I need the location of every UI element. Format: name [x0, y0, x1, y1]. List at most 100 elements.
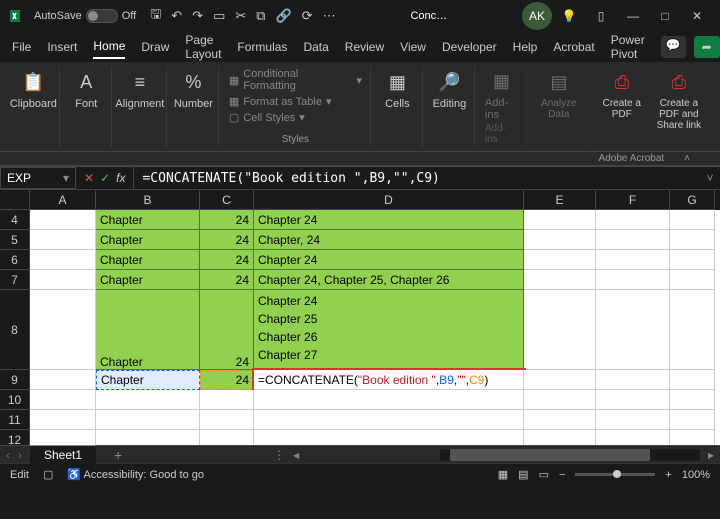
close-button[interactable]: ✕ — [682, 2, 712, 30]
cell[interactable] — [96, 430, 200, 445]
collapse-ribbon-icon[interactable]: ˄ — [684, 153, 690, 164]
tab-formulas[interactable]: Formulas — [237, 36, 287, 58]
fx-icon[interactable]: fx — [116, 171, 125, 185]
cell[interactable] — [670, 390, 715, 410]
cell[interactable] — [524, 370, 596, 390]
cell[interactable] — [596, 230, 670, 250]
sheet-tab[interactable]: Sheet1 — [30, 445, 96, 464]
lightbulb-icon[interactable]: 💡 — [554, 2, 584, 30]
pdf-share-icon[interactable]: ⎙ — [665, 68, 693, 96]
cell[interactable] — [30, 390, 96, 410]
tab-page-layout[interactable]: Page Layout — [185, 29, 221, 65]
cell[interactable] — [524, 290, 596, 370]
cell[interactable] — [30, 410, 96, 430]
cell-d9-editing[interactable]: =CONCATENATE("Book edition ",B9,"",C9) — [254, 370, 524, 390]
cell[interactable] — [670, 210, 715, 230]
cell[interactable] — [596, 210, 670, 230]
col-header-e[interactable]: E — [524, 190, 596, 210]
cell[interactable] — [596, 390, 670, 410]
cell[interactable] — [670, 410, 715, 430]
cell[interactable] — [30, 250, 96, 270]
row-header[interactable]: 4 — [0, 210, 30, 230]
row-header[interactable]: 5 — [0, 230, 30, 250]
comments-icon[interactable]: 💬 — [661, 36, 686, 58]
view-normal-icon[interactable]: ▦ — [498, 468, 508, 481]
cell[interactable] — [670, 250, 715, 270]
format-as-table-button[interactable]: ▦Format as Table ▾ — [229, 95, 332, 108]
col-header-a[interactable]: A — [30, 190, 96, 210]
tab-home[interactable]: Home — [93, 35, 125, 59]
number-icon[interactable]: % — [179, 68, 207, 96]
editing-icon[interactable]: 🔎 — [435, 68, 463, 96]
cell[interactable]: 24 — [200, 270, 254, 290]
tab-developer[interactable]: Developer — [442, 36, 497, 58]
select-all-corner[interactable] — [0, 190, 30, 210]
expand-formula-icon[interactable]: ˅ — [700, 171, 720, 185]
alignment-icon[interactable]: ≡ — [126, 68, 154, 96]
zoom-level[interactable]: 100% — [682, 469, 710, 481]
row-header[interactable]: 9 — [0, 370, 30, 390]
autosave-toggle[interactable] — [86, 9, 118, 23]
view-break-icon[interactable]: ▭ — [539, 468, 549, 481]
paste-icon[interactable]: 📋 — [19, 68, 47, 96]
tab-insert[interactable]: Insert — [47, 36, 77, 58]
cell[interactable] — [200, 430, 254, 445]
col-header-g[interactable]: G — [670, 190, 715, 210]
cell[interactable] — [524, 230, 596, 250]
copy-icon[interactable]: ⧉ — [256, 8, 265, 24]
cell[interactable] — [200, 410, 254, 430]
sheet-nav-next-icon[interactable]: › — [18, 448, 22, 462]
save-icon[interactable]: 🖫 — [150, 5, 161, 27]
cell[interactable]: Chapter — [96, 290, 200, 370]
horizontal-scrollbar[interactable] — [440, 449, 700, 461]
tab-review[interactable]: Review — [345, 36, 384, 58]
zoom-out-icon[interactable]: − — [559, 469, 565, 481]
tab-view[interactable]: View — [400, 36, 426, 58]
cells-icon[interactable]: ▦ — [383, 68, 411, 96]
cell[interactable] — [524, 430, 596, 445]
cell[interactable] — [524, 210, 596, 230]
cell[interactable]: Chapter 24 Chapter 25 Chapter 26 Chapter… — [254, 290, 524, 370]
name-box[interactable]: EXP▾ — [0, 167, 76, 189]
accept-formula-icon[interactable]: ✓ — [100, 171, 110, 185]
cancel-formula-icon[interactable]: ✕ — [84, 171, 94, 185]
cell[interactable]: Chapter 24 — [254, 250, 524, 270]
new-icon[interactable]: ▭ — [213, 8, 225, 24]
cell[interactable]: Chapter 24, Chapter 25, Chapter 26 — [254, 270, 524, 290]
sheet-nav-prev-icon[interactable]: ‹ — [6, 448, 10, 462]
col-header-f[interactable]: F — [596, 190, 670, 210]
cell[interactable]: 24 — [200, 230, 254, 250]
pdf-icon[interactable]: ⎙ — [608, 68, 636, 96]
col-header-d[interactable]: D — [254, 190, 524, 210]
zoom-slider[interactable] — [575, 473, 655, 476]
accessibility-status[interactable]: ♿ Accessibility: Good to go — [67, 468, 204, 481]
cell[interactable] — [30, 210, 96, 230]
cell[interactable] — [254, 410, 524, 430]
cell[interactable]: 24 — [200, 210, 254, 230]
cell[interactable] — [596, 370, 670, 390]
cut-icon[interactable]: ✂ — [235, 8, 246, 24]
cell[interactable] — [30, 270, 96, 290]
cell[interactable] — [30, 430, 96, 445]
cell-styles-button[interactable]: ▢Cell Styles ▾ — [229, 111, 305, 124]
cell[interactable] — [596, 290, 670, 370]
cell[interactable]: Chapter, 24 — [254, 230, 524, 250]
zoom-in-icon[interactable]: + — [665, 469, 671, 481]
cell[interactable] — [96, 410, 200, 430]
ribbon-mode-icon[interactable]: ▯ — [586, 2, 616, 30]
add-sheet-button[interactable]: + — [104, 447, 132, 463]
conditional-formatting-button[interactable]: ▦Conditional Formatting ▾ — [229, 68, 362, 92]
more-icon[interactable]: ⋯ — [323, 8, 336, 24]
cell[interactable] — [200, 390, 254, 410]
cell[interactable] — [596, 430, 670, 445]
user-avatar[interactable]: AK — [522, 2, 552, 30]
tab-help[interactable]: Help — [513, 36, 538, 58]
col-header-b[interactable]: B — [96, 190, 200, 210]
undo-icon[interactable]: ↶ — [171, 8, 182, 24]
cell-b9-referenced[interactable]: Chapter — [96, 370, 200, 390]
tab-file[interactable]: File — [12, 36, 31, 58]
rec-icon[interactable]: ▢ — [43, 468, 53, 481]
row-header[interactable]: 7 — [0, 270, 30, 290]
tab-power-pivot[interactable]: Power Pivot — [611, 29, 645, 65]
row-header[interactable]: 8 — [0, 290, 30, 370]
